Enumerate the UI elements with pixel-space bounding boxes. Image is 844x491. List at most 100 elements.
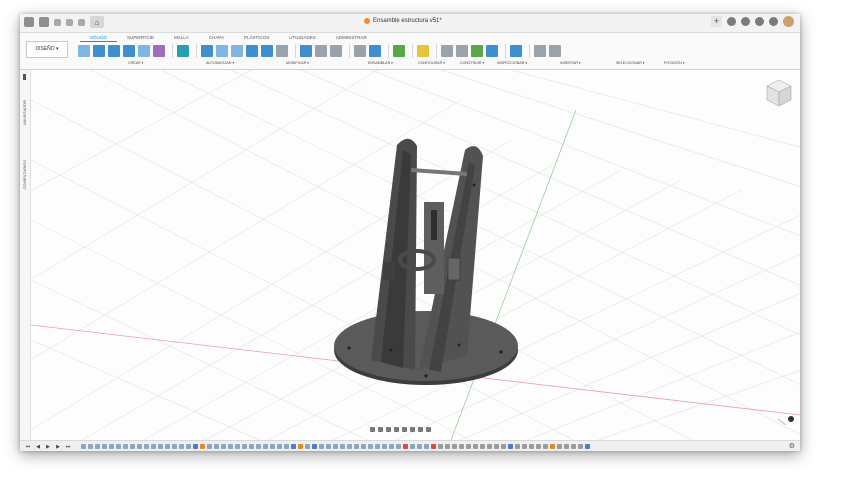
group-construct[interactable]: CONSTRUIR ▾ bbox=[460, 61, 484, 65]
shell-icon[interactable] bbox=[246, 45, 258, 57]
zoom-icon[interactable] bbox=[394, 427, 399, 432]
timeline-feature[interactable] bbox=[228, 444, 233, 449]
timeline-feature[interactable] bbox=[459, 444, 464, 449]
timeline-settings-icon[interactable]: ⚙ bbox=[789, 442, 795, 450]
tab-sheet-metal[interactable]: CHAPA bbox=[199, 34, 234, 41]
joint-icon[interactable] bbox=[315, 45, 327, 57]
timeline-joint[interactable] bbox=[200, 444, 205, 449]
measure-icon[interactable] bbox=[417, 45, 429, 57]
timeline-feature[interactable] bbox=[396, 444, 401, 449]
press-pull-icon[interactable] bbox=[201, 45, 213, 57]
timeline-feature[interactable] bbox=[102, 444, 107, 449]
timeline-feature[interactable] bbox=[319, 444, 324, 449]
group-select[interactable]: SELECCIONAR ▾ bbox=[616, 61, 645, 65]
automate-icon[interactable] bbox=[177, 45, 189, 57]
timeline-joint[interactable] bbox=[298, 444, 303, 449]
combine-icon[interactable] bbox=[261, 45, 273, 57]
timeline-feature[interactable] bbox=[88, 444, 93, 449]
timeline-feature[interactable] bbox=[137, 444, 142, 449]
model-canvas[interactable] bbox=[31, 70, 800, 440]
timeline-feature[interactable] bbox=[578, 444, 583, 449]
timeline-feature[interactable] bbox=[116, 444, 121, 449]
timeline-feature[interactable] bbox=[417, 444, 422, 449]
extensions-icon[interactable] bbox=[727, 17, 736, 26]
electronics-board[interactable] bbox=[447, 257, 461, 281]
step-forward-button[interactable]: ▶ bbox=[55, 444, 61, 450]
timeline-feature[interactable] bbox=[81, 444, 86, 449]
timeline-feature[interactable] bbox=[382, 444, 387, 449]
fillet-icon[interactable] bbox=[216, 45, 228, 57]
timeline-feature[interactable] bbox=[571, 444, 576, 449]
timeline-feature[interactable] bbox=[564, 444, 569, 449]
play-button[interactable]: ▶ bbox=[45, 444, 51, 450]
move-icon[interactable] bbox=[276, 45, 288, 57]
position-capture-icon[interactable] bbox=[534, 45, 546, 57]
tab-manage[interactable]: ADMINISTRAR bbox=[326, 34, 377, 41]
configure-icon[interactable] bbox=[369, 45, 381, 57]
timeline-feature[interactable] bbox=[277, 444, 282, 449]
viewports-icon[interactable] bbox=[426, 427, 431, 432]
timeline-error-feature[interactable] bbox=[431, 444, 436, 449]
pan-icon[interactable] bbox=[386, 427, 391, 432]
revolve-icon[interactable] bbox=[108, 45, 120, 57]
timeline-feature[interactable] bbox=[522, 444, 527, 449]
timeline-feature[interactable] bbox=[529, 444, 534, 449]
timeline-flag[interactable] bbox=[312, 444, 317, 449]
threaded-rod[interactable] bbox=[410, 168, 468, 176]
timeline-feature[interactable] bbox=[130, 444, 135, 449]
timeline-feature[interactable] bbox=[445, 444, 450, 449]
timeline-flag[interactable] bbox=[291, 444, 296, 449]
document-tab[interactable]: Ensamble estructura v51* bbox=[364, 18, 442, 24]
timeline-feature[interactable] bbox=[340, 444, 345, 449]
job-status-icon[interactable] bbox=[741, 17, 750, 26]
timeline-feature[interactable] bbox=[263, 444, 268, 449]
timeline-feature[interactable] bbox=[151, 444, 156, 449]
zoom-to-fit-icon[interactable] bbox=[788, 416, 794, 422]
insert-derive-icon[interactable] bbox=[441, 45, 453, 57]
view-cube[interactable] bbox=[766, 79, 792, 107]
help-icon[interactable] bbox=[769, 17, 778, 26]
hole-icon[interactable] bbox=[123, 45, 135, 57]
timeline-feature[interactable] bbox=[95, 444, 100, 449]
timeline-feature[interactable] bbox=[438, 444, 443, 449]
timeline-feature[interactable] bbox=[361, 444, 366, 449]
timeline-feature[interactable] bbox=[494, 444, 499, 449]
group-configure[interactable]: CONFIGURAR ▾ bbox=[418, 61, 445, 65]
tab-solid[interactable]: SÓLIDO bbox=[80, 34, 118, 42]
extrude-icon[interactable] bbox=[93, 45, 105, 57]
timeline-feature[interactable] bbox=[235, 444, 240, 449]
timeline-feature[interactable] bbox=[347, 444, 352, 449]
timeline-flag[interactable] bbox=[508, 444, 513, 449]
timeline-feature[interactable] bbox=[368, 444, 373, 449]
file-menu-icon[interactable] bbox=[39, 17, 49, 27]
timeline-feature[interactable] bbox=[326, 444, 331, 449]
new-component-icon[interactable] bbox=[300, 45, 312, 57]
data-panel-icon[interactable] bbox=[24, 17, 34, 27]
timeline-feature[interactable] bbox=[333, 444, 338, 449]
timeline-feature[interactable] bbox=[207, 444, 212, 449]
timeline-feature[interactable] bbox=[452, 444, 457, 449]
timeline-feature[interactable] bbox=[270, 444, 275, 449]
go-to-start-button[interactable]: ⏮ bbox=[25, 444, 31, 450]
group-modify[interactable]: MODIFICAR ▾ bbox=[286, 61, 309, 65]
timeline-feature[interactable] bbox=[466, 444, 471, 449]
timeline-feature[interactable] bbox=[473, 444, 478, 449]
timeline-flag[interactable] bbox=[193, 444, 198, 449]
timeline-joint[interactable] bbox=[550, 444, 555, 449]
comments-label[interactable]: COMENTARIOS bbox=[22, 160, 27, 189]
timeline-feature[interactable] bbox=[354, 444, 359, 449]
group-inspect[interactable]: INSPECCIONAR ▾ bbox=[497, 61, 527, 65]
timeline-feature[interactable] bbox=[221, 444, 226, 449]
timeline-feature[interactable] bbox=[487, 444, 492, 449]
orbit-icon[interactable] bbox=[370, 427, 375, 432]
construct-plane-icon[interactable] bbox=[393, 45, 405, 57]
expand-panel-icon[interactable] bbox=[23, 74, 26, 80]
tab-utilities[interactable]: UTILIDADES bbox=[279, 34, 326, 41]
timeline-feature[interactable] bbox=[165, 444, 170, 449]
timeline-feature[interactable] bbox=[256, 444, 261, 449]
as-built-joint-icon[interactable] bbox=[330, 45, 342, 57]
side-clamp[interactable] bbox=[383, 262, 395, 280]
timeline-flag[interactable] bbox=[585, 444, 590, 449]
timeline-feature[interactable] bbox=[144, 444, 149, 449]
timeline-feature[interactable] bbox=[186, 444, 191, 449]
